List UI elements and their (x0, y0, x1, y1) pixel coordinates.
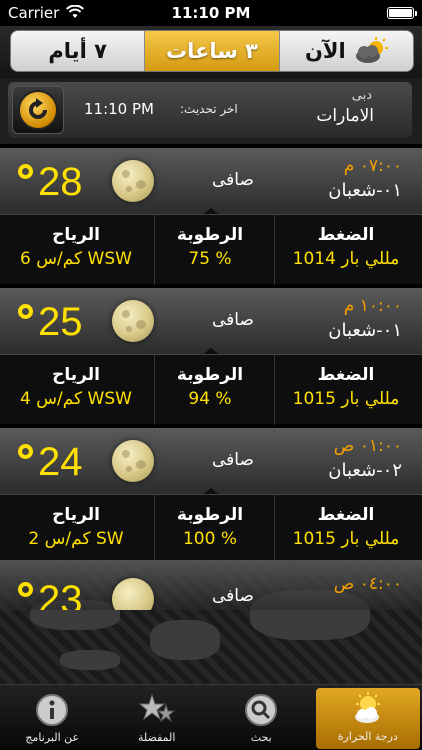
last-update-time: 11:10 PM (84, 100, 154, 118)
wind-value: 4 كم/س WSW (20, 389, 132, 409)
humidity-metric: الرطوبة 75 % (140, 225, 280, 269)
segment-now-label: الآن (304, 39, 346, 63)
pressure-value: 1014 مللي بار (292, 249, 400, 269)
condition: صافى (212, 586, 254, 606)
humidity-metric: الرطوبة 100 % (140, 505, 280, 549)
pressure-label: الضغط (317, 505, 375, 525)
degree-symbol (18, 582, 33, 597)
moon-icon (112, 440, 154, 482)
city-name: دبى (351, 88, 372, 103)
tab-favorites-label: المفضلة (138, 731, 176, 744)
temperature: 24 (38, 440, 83, 484)
humidity-metric: الرطوبة 94 % (140, 365, 280, 409)
forecast-date: ٠٢-شعبان (328, 460, 402, 481)
pressure-metric: الضغط 1015 مللي بار (276, 365, 416, 409)
weather-icon (350, 692, 386, 726)
tab-favorites[interactable]: المفضلة (105, 685, 210, 750)
wind-value: 6 كم/س WSW (20, 249, 132, 269)
forecast-date: ٠١-شعبان (328, 320, 402, 341)
location-bar: 11:10 PM اخر تحديث: دبى الامارات (0, 78, 422, 144)
tab-temperature-label: درجة الحرارة (337, 730, 398, 743)
humidity-value: 94 % (188, 389, 232, 409)
temperature: 23 (38, 578, 83, 610)
wind-label: الرياح (52, 365, 100, 385)
degree-symbol (18, 444, 33, 459)
segment-bar: ٧ أيام ٣ ساعات الآن (0, 26, 422, 78)
pressure-metric: الضغط 1014 مللي بار (276, 225, 416, 269)
segment-now[interactable]: الآن (280, 31, 413, 71)
search-icon (243, 693, 279, 727)
pressure-value: 1015 مللي بار (292, 389, 400, 409)
segment-3-hours-label: ٣ ساعات (165, 39, 258, 63)
info-icon (34, 693, 70, 727)
humidity-value: 100 % (182, 529, 237, 549)
status-bar: Carrier 11:10 PM (0, 0, 422, 26)
forecast-row[interactable]: 28 صافى ٠٧:٠٠ م ٠١-شعبان الرياح 6 كم/س W… (0, 148, 422, 288)
forecast-time: ٠٤:٠٠ ص (333, 574, 402, 594)
forecast-row[interactable]: 24 صافى ٠١:٠٠ ص ٠٢-شعبان الرياح 2 كم/س S… (0, 428, 422, 568)
tab-about-label: عن البرنامج (25, 731, 80, 744)
moon-icon (112, 160, 154, 202)
tab-about[interactable]: عن البرنامج (0, 685, 105, 750)
pressure-label: الضغط (317, 225, 375, 245)
refresh-button[interactable] (12, 86, 64, 134)
forecast-time: ٠٧:٠٠ م (343, 156, 402, 176)
temperature: 28 (38, 160, 83, 204)
refresh-icon (29, 98, 47, 119)
degree-symbol (18, 164, 33, 179)
moon-icon (112, 578, 154, 610)
wind-metric: الرياح 2 كم/س SW (6, 505, 146, 549)
forecast-row[interactable]: 23 صافى ٠٤:٠٠ ص (0, 560, 422, 610)
tab-temperature[interactable]: درجة الحرارة (315, 688, 420, 749)
wind-label: الرياح (52, 505, 100, 525)
condition: صافى (212, 450, 254, 470)
degree-symbol (18, 304, 33, 319)
humidity-label: الرطوبة (176, 365, 244, 385)
wind-value: 2 كم/س SW (28, 529, 124, 549)
pressure-label: الضغط (317, 365, 375, 385)
humidity-label: الرطوبة (176, 225, 244, 245)
wind-metric: الرياح 6 كم/س WSW (6, 225, 146, 269)
moon-icon (112, 300, 154, 342)
pressure-value: 1015 مللي بار (292, 529, 400, 549)
last-update-label: اخر تحديث: (180, 102, 238, 116)
condition: صافى (212, 310, 254, 330)
tab-search-label: بحث (250, 731, 272, 744)
forecast-time: ١٠:٠٠ م (343, 296, 402, 316)
condition: صافى (212, 170, 254, 190)
wind-metric: الرياح 4 كم/س WSW (6, 365, 146, 409)
country-name: الامارات (316, 106, 374, 126)
battery-icon (387, 7, 417, 19)
segment-3-hours[interactable]: ٣ ساعات (145, 31, 280, 71)
segment-7-days-label: ٧ أيام (48, 39, 107, 63)
segment-7-days[interactable]: ٧ أيام (11, 31, 146, 71)
forecast-time: ٠١:٠٠ ص (333, 436, 402, 456)
tab-bar: عن البرنامج المفضلة بحث درجة الحرارة (0, 684, 422, 750)
forecast-date: ٠١-شعبان (328, 180, 402, 201)
status-time: 11:10 PM (171, 4, 251, 22)
location-panel: 11:10 PM اخر تحديث: دبى الامارات (8, 82, 412, 138)
forecast-row[interactable]: 25 صافى ١٠:٠٠ م ٠١-شعبان الرياح 4 كم/س W… (0, 288, 422, 428)
humidity-label: الرطوبة (176, 505, 244, 525)
wind-label: الرياح (52, 225, 100, 245)
humidity-value: 75 % (188, 249, 232, 269)
stars-icon (138, 693, 175, 727)
pressure-metric: الضغط 1015 مللي بار (276, 505, 416, 549)
temperature: 25 (38, 300, 83, 344)
range-segmented-control: ٧ أيام ٣ ساعات الآن (10, 30, 414, 72)
tab-search[interactable]: بحث (209, 685, 314, 750)
cloud-sun-icon (355, 37, 388, 63)
